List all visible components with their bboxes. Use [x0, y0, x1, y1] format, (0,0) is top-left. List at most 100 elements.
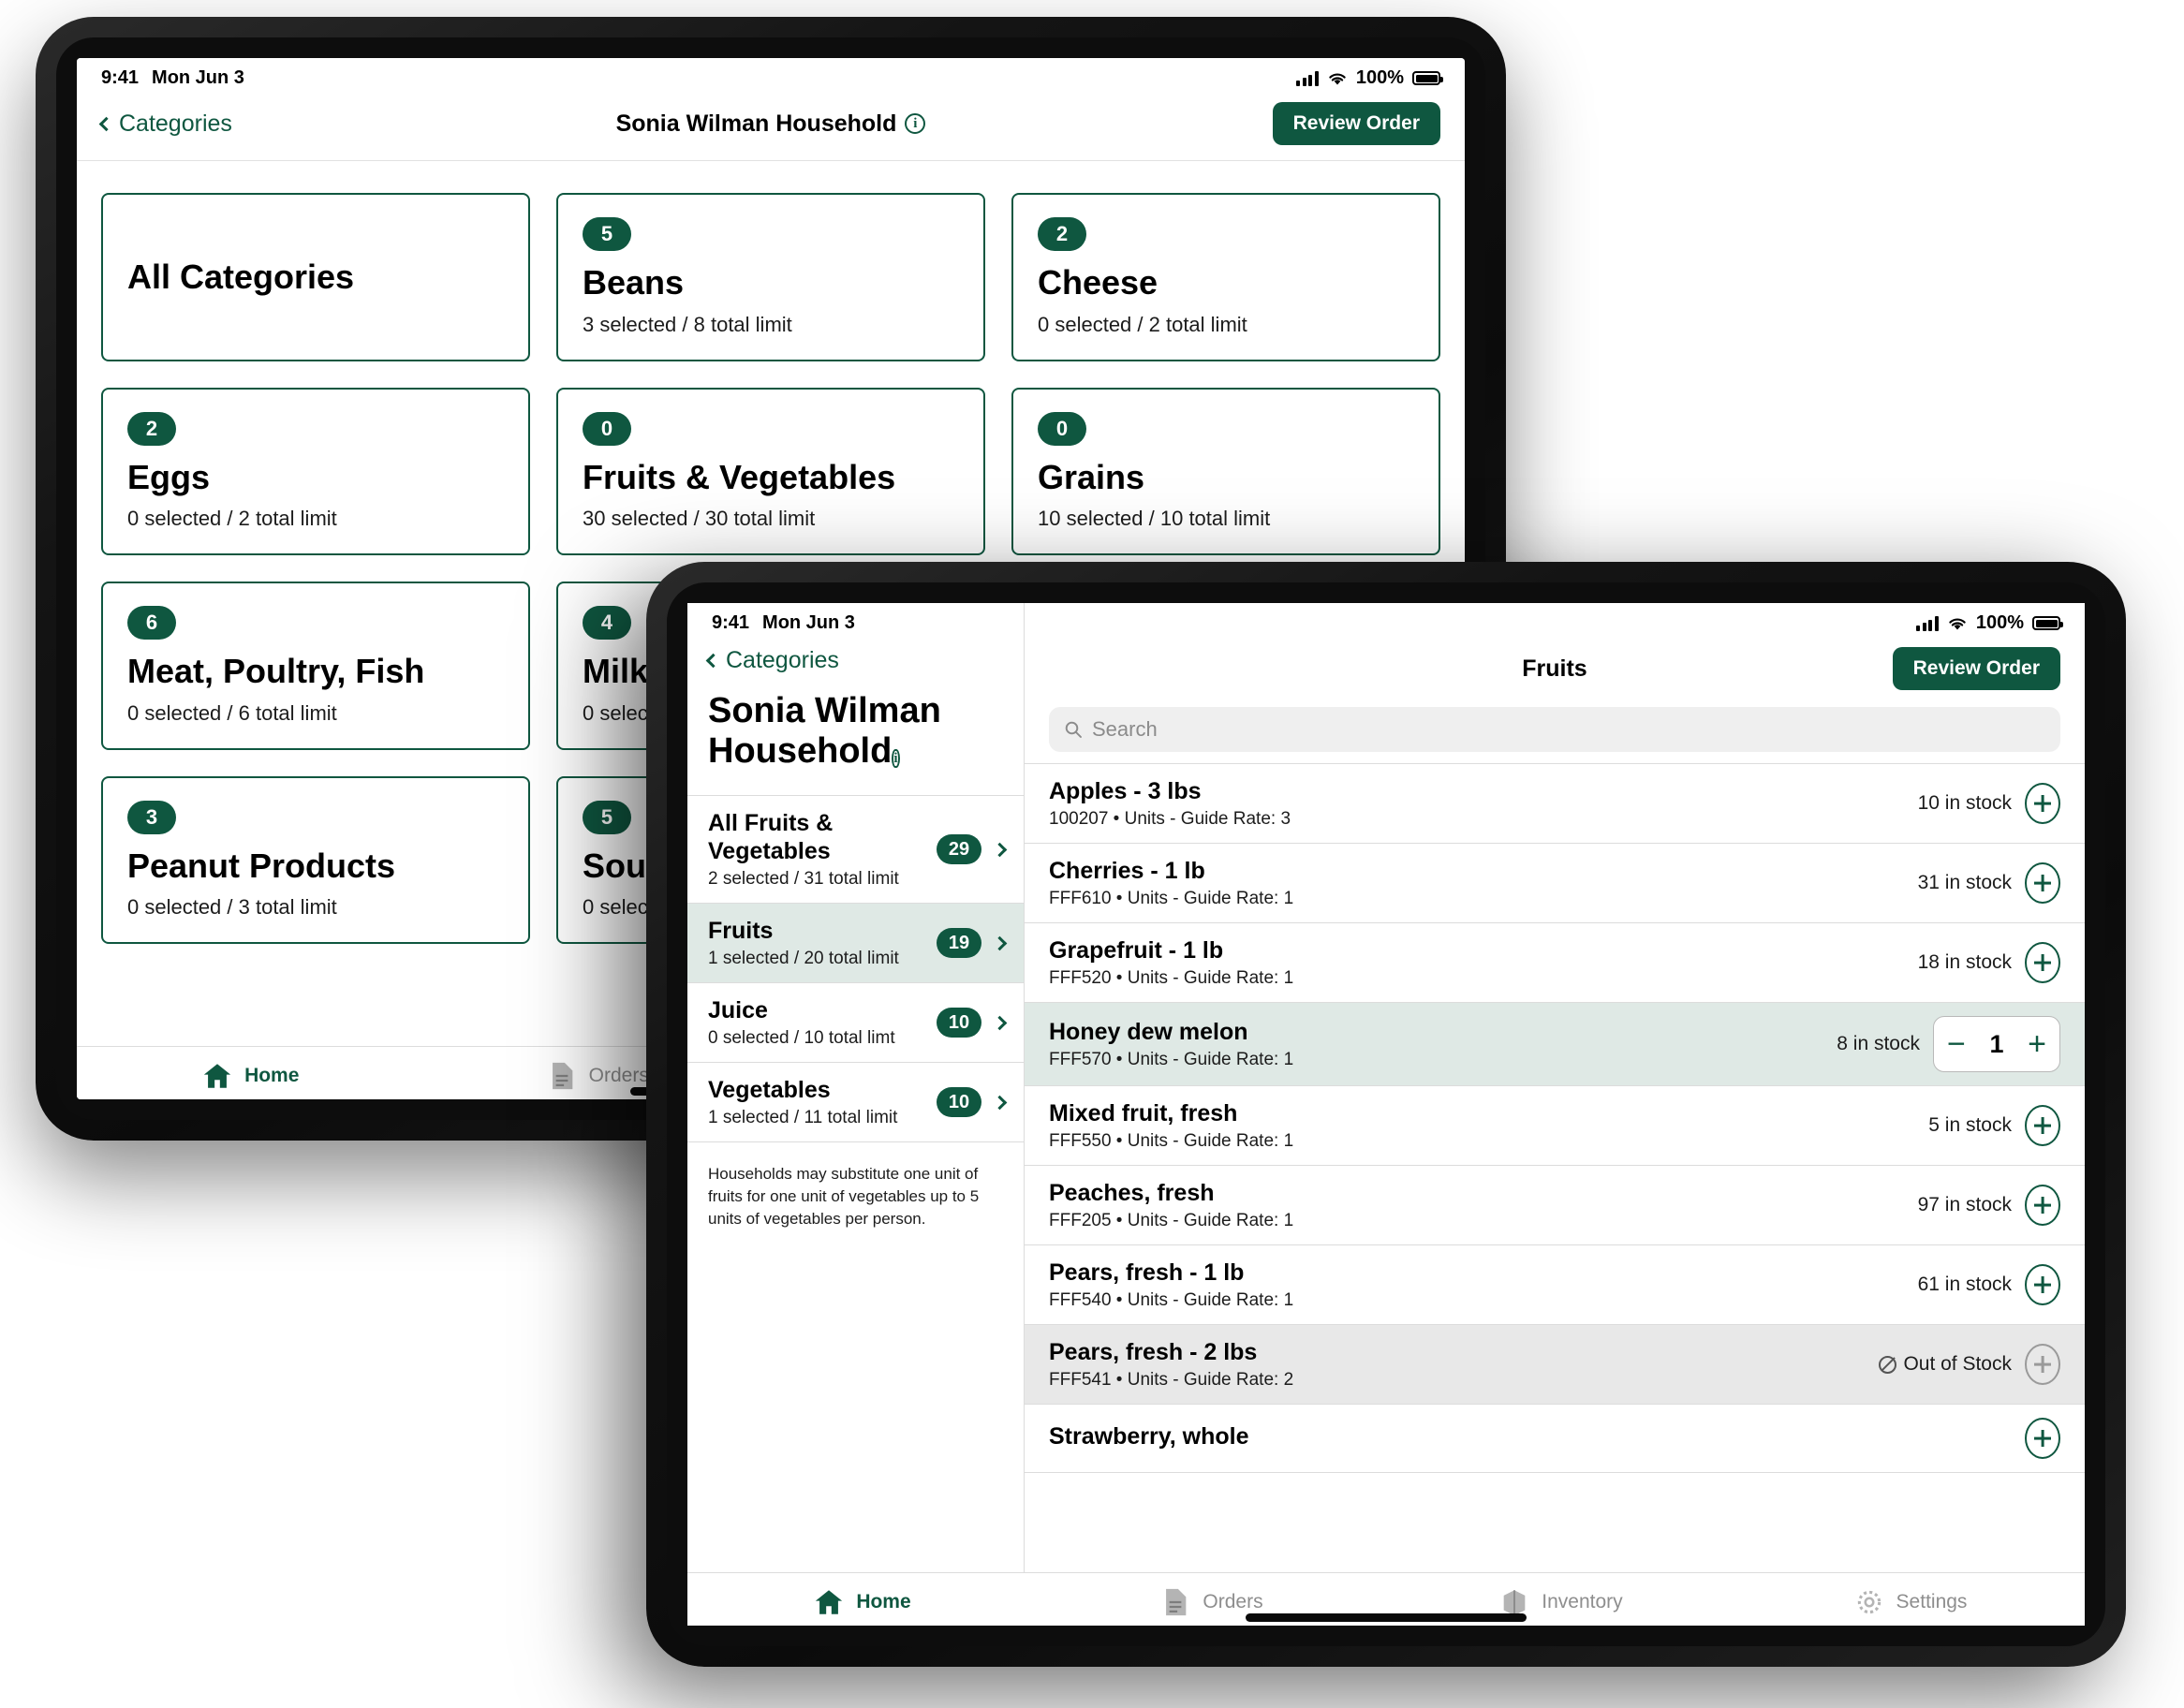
sidebar-item-juice[interactable]: Juice 0 selected / 10 total limt 10	[687, 983, 1024, 1064]
add-item-button[interactable]	[2025, 1105, 2060, 1146]
tab-label: Orders	[588, 1065, 649, 1086]
product-meta: FFF550 • Units - Guide Rate: 1	[1049, 1131, 1294, 1151]
category-limit: 0 selected / 2 total limit	[1038, 312, 1247, 336]
quantity-value: 1	[1989, 1029, 2004, 1058]
navigation-bar: Categories Sonia Wilman Household i Revi…	[77, 93, 1465, 161]
search-bar[interactable]: Search	[1049, 707, 2060, 752]
battery-percent: 100%	[1355, 67, 1404, 88]
wifi-icon	[1949, 618, 1966, 629]
back-to-categories-link[interactable]: Categories	[705, 647, 1003, 674]
add-item-button[interactable]	[2025, 1264, 2060, 1305]
product-meta: FFF541 • Units - Guide Rate: 2	[1049, 1370, 1294, 1390]
category-badge: 5	[583, 217, 631, 251]
decrement-button[interactable]: −	[1947, 1028, 1966, 1060]
search-input[interactable]: Search	[1092, 717, 1158, 742]
table-row[interactable]: Honey dew melon FFF570 • Units - Guide R…	[1025, 1003, 2085, 1086]
product-pane: 100% Fruits Review Order Search Apples -…	[1025, 603, 2085, 1572]
sidebar-pane: 9:41 Mon Jun 3 Categories Sonia Wilman H…	[687, 603, 1025, 1572]
review-order-button[interactable]: Review Order	[1272, 102, 1440, 145]
subcategory-count-badge: 29	[937, 834, 981, 865]
category-card-grains[interactable]: 0 Grains 10 selected / 10 total limit	[1011, 387, 1440, 556]
product-meta: FFF610 • Units - Guide Rate: 1	[1049, 889, 1294, 908]
category-card-peanut-products[interactable]: 3 Peanut Products 0 selected / 3 total l…	[101, 775, 530, 945]
chevron-right-icon	[992, 935, 1008, 950]
add-item-button[interactable]	[2025, 1185, 2060, 1226]
add-item-button[interactable]	[2025, 783, 2060, 824]
quantity-stepper[interactable]: − 1 +	[1933, 1016, 2060, 1072]
table-row[interactable]: Peaches, fresh FFF205 • Units - Guide Ra…	[1025, 1166, 2085, 1245]
table-row[interactable]: Apples - 3 lbs 100207 • Units - Guide Ra…	[1025, 764, 2085, 844]
add-item-button	[2025, 1344, 2060, 1385]
product-name: Honey dew melon	[1049, 1019, 1248, 1045]
product-list: Apples - 3 lbs 100207 • Units - Guide Ra…	[1025, 763, 2085, 1572]
chevron-left-icon	[705, 653, 721, 669]
category-limit: 0 selected / 2 total limit	[127, 507, 337, 531]
tab-home[interactable]: Home	[687, 1586, 1037, 1618]
tab-label: Home	[244, 1065, 300, 1086]
table-row[interactable]: Cherries - 1 lb FFF610 • Units - Guide R…	[1025, 844, 2085, 923]
chevron-right-icon	[992, 1095, 1008, 1110]
screen-fruits-list: 9:41 Mon Jun 3 Categories Sonia Wilman H…	[687, 603, 2085, 1626]
category-card-eggs[interactable]: 2 Eggs 0 selected / 2 total limit	[101, 387, 530, 556]
subcategory-limit: 1 selected / 11 total limit	[708, 1108, 898, 1128]
info-icon[interactable]: i	[905, 113, 926, 134]
sidebar-item-fruits[interactable]: Fruits 1 selected / 20 total limit 19	[687, 904, 1024, 984]
review-order-button[interactable]: Review Order	[1892, 647, 2060, 690]
tab-home[interactable]: Home	[77, 1060, 424, 1092]
add-item-button[interactable]	[2025, 1418, 2060, 1459]
subcategory-limit: 1 selected / 20 total limit	[708, 949, 899, 969]
stock-label: Out of Stock	[1903, 1353, 2012, 1375]
table-row[interactable]: Pears, fresh - 2 lbs FFF541 • Units - Gu…	[1025, 1325, 2085, 1405]
table-row[interactable]: Grapefruit - 1 lb FFF520 • Units - Guide…	[1025, 923, 2085, 1003]
stock-label: 10 in stock	[1917, 792, 2012, 814]
status-date: Mon Jun 3	[152, 67, 244, 88]
subcategory-count-badge: 19	[937, 928, 981, 959]
screenshot-stage: 9:41 Mon Jun 3 100% Categories Sonia Wil…	[0, 0, 2184, 1708]
subcategory-count-badge: 10	[937, 1087, 981, 1118]
add-item-button[interactable]	[2025, 942, 2060, 983]
category-card-beans[interactable]: 5 Beans 3 selected / 8 total limit	[556, 193, 985, 361]
sidebar-item-all-fruits-vegetables[interactable]: All Fruits & Vegetables 2 selected / 31 …	[687, 796, 1024, 905]
tab-label: Home	[856, 1591, 911, 1612]
category-card-all[interactable]: All Categories	[101, 193, 530, 361]
gear-icon	[1857, 1590, 1881, 1614]
back-link-label: Categories	[119, 110, 232, 137]
table-row[interactable]: Strawberry, whole	[1025, 1405, 2085, 1473]
product-name: Pears, fresh - 2 lbs	[1049, 1339, 1258, 1365]
category-badge: 6	[127, 606, 176, 640]
split-layout: 9:41 Mon Jun 3 Categories Sonia Wilman H…	[687, 603, 2085, 1572]
info-icon[interactable]: i	[892, 748, 900, 768]
chevron-left-icon	[98, 116, 114, 131]
household-title: Sonia Wilman Household	[708, 691, 941, 771]
product-meta: FFF570 • Units - Guide Rate: 1	[1049, 1050, 1294, 1069]
home-indicator	[1246, 1613, 1527, 1622]
home-icon	[203, 1064, 231, 1088]
back-to-categories-link[interactable]: Categories	[98, 110, 232, 138]
status-bar: 9:41 Mon Jun 3	[687, 603, 1024, 638]
product-name: Cherries - 1 lb	[1049, 858, 1205, 884]
table-row[interactable]: Pears, fresh - 1 lb FFF540 • Units - Gui…	[1025, 1245, 2085, 1325]
battery-percent: 100%	[1975, 612, 2024, 633]
cellular-signal-icon	[1916, 615, 1939, 631]
product-pane-header: Fruits Review Order Search	[1025, 638, 2085, 763]
cellular-signal-icon	[1296, 70, 1319, 86]
subcategory-limit: 2 selected / 31 total limit	[708, 869, 899, 890]
product-name: Mixed fruit, fresh	[1049, 1100, 1238, 1126]
tablet-bezel: 9:41 Mon Jun 3 Categories Sonia Wilman H…	[667, 582, 2105, 1646]
category-card-fruits-vegetables[interactable]: 0 Fruits & Vegetables 30 selected / 30 t…	[556, 387, 985, 556]
stock-label: 61 in stock	[1917, 1274, 2012, 1295]
tab-settings[interactable]: Settings	[1735, 1586, 2085, 1618]
sidebar-item-vegetables[interactable]: Vegetables 1 selected / 11 total limit 1…	[687, 1063, 1024, 1143]
category-card-cheese[interactable]: 2 Cheese 0 selected / 2 total limit	[1011, 193, 1440, 361]
category-limit: 30 selected / 30 total limit	[583, 507, 816, 531]
category-name: Eggs	[127, 457, 211, 496]
category-card-meat-poultry-fish[interactable]: 6 Meat, Poultry, Fish 0 selected / 6 tot…	[101, 582, 530, 750]
stock-label: 18 in stock	[1917, 951, 2012, 973]
table-row[interactable]: Mixed fruit, fresh FFF550 • Units - Guid…	[1025, 1086, 2085, 1166]
status-bar: 9:41 Mon Jun 3 100%	[77, 58, 1465, 93]
category-name: Meat, Poultry, Fish	[127, 652, 425, 691]
add-item-button[interactable]	[2025, 862, 2060, 904]
category-name: Cheese	[1038, 263, 1158, 302]
increment-button[interactable]: +	[2028, 1028, 2046, 1060]
category-limit: 0 selected / 6 total limit	[127, 700, 337, 725]
